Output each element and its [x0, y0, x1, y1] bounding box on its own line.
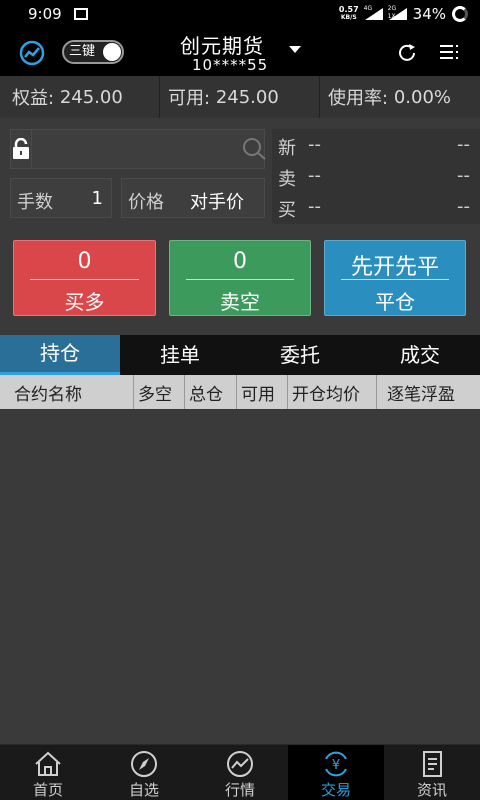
account-summary: 权益: 245.00 可用: 245.00 使用率: 0.00%	[0, 76, 480, 118]
sell-label: 卖空	[220, 290, 260, 314]
quote-row-last[interactable]: 新 -- --	[278, 131, 474, 161]
menu-icon[interactable]	[438, 42, 460, 62]
col-contract[interactable]: 合约名称	[0, 375, 134, 409]
status-bar: 9:09 0.57 KB/S 4G 2G 1X 34%	[0, 0, 480, 28]
bottom-nav: 首页 自选 行情 ¥ 交易 资讯	[0, 744, 480, 800]
nav-watchlist[interactable]: 自选	[96, 745, 192, 800]
sell-short-button[interactable]: 0 卖空	[169, 240, 311, 316]
close-mode: 先开先平	[350, 255, 439, 280]
unlock-icon	[13, 138, 29, 159]
image-notification-icon	[73, 8, 88, 20]
tab-positions[interactable]: 持仓	[0, 335, 120, 375]
chevron-down-icon[interactable]	[289, 46, 301, 53]
lock-toggle[interactable]	[11, 130, 32, 168]
nav-trade[interactable]: ¥ 交易	[288, 745, 384, 800]
col-total[interactable]: 总仓	[185, 375, 237, 409]
positions-table-header: 合约名称 多空 总仓 可用 开仓均价 逐笔浮盈	[0, 375, 480, 409]
chart-line-icon	[227, 751, 253, 777]
position-tabs: 持仓 挂单 委托 成交	[0, 335, 480, 375]
title-bar: 三键 创元期货 10****55	[0, 28, 480, 76]
status-time: 9:09	[28, 5, 62, 23]
col-direction[interactable]: 多空	[134, 375, 185, 409]
price-field[interactable]: 价格 对手价	[121, 178, 265, 218]
contract-search	[10, 129, 268, 169]
nav-home[interactable]: 首页	[0, 745, 96, 800]
quantity-value[interactable]: 1	[92, 188, 103, 209]
quote-panel: 新 -- -- 卖 -- -- 买 -- --	[272, 129, 480, 224]
buy-long-button[interactable]: 0 买多	[13, 240, 156, 316]
signal-4g-icon: 4G	[364, 5, 383, 20]
sell-divider	[186, 279, 294, 280]
available-cell: 可用: 245.00	[160, 76, 320, 118]
search-button[interactable]	[240, 130, 268, 168]
nav-market[interactable]: 行情	[192, 745, 288, 800]
search-icon	[243, 138, 266, 160]
tab-trades[interactable]: 成交	[360, 335, 480, 375]
price-value[interactable]: 对手价	[190, 188, 244, 214]
svg-text:¥: ¥	[332, 758, 340, 773]
signal-2g-icon: 2G 1X	[388, 5, 407, 20]
compass-icon	[131, 751, 157, 777]
quantity-field[interactable]: 手数 1	[10, 178, 112, 218]
col-float-pnl[interactable]: 逐笔浮盈	[377, 375, 480, 409]
nav-news[interactable]: 资讯	[384, 745, 480, 800]
account-number: 10****55	[192, 56, 269, 74]
buy-price: 0	[77, 249, 92, 274]
yuan-exchange-icon: ¥	[325, 751, 347, 777]
home-icon	[35, 751, 61, 776]
quote-row-bid[interactable]: 买 -- --	[278, 193, 474, 223]
tab-orders[interactable]: 委托	[240, 335, 360, 375]
close-label: 平仓	[375, 290, 415, 314]
sell-price: 0	[233, 249, 247, 274]
positions-table-body	[0, 409, 480, 744]
quantity-label: 手数	[17, 192, 53, 213]
usage-cell: 使用率: 0.00%	[328, 86, 451, 110]
toggle-knob	[103, 43, 121, 61]
net-speed: 0.57 KB/S	[338, 5, 359, 22]
quote-row-ask[interactable]: 卖 -- --	[278, 162, 474, 192]
contract-input[interactable]	[32, 130, 240, 168]
battery-percent: 34%	[412, 5, 446, 23]
three-key-toggle[interactable]: 三键	[62, 40, 124, 64]
equity-cell: 权益: 245.00	[0, 76, 160, 118]
col-avg-price[interactable]: 开仓均价	[288, 375, 377, 409]
status-indicators: 0.57 KB/S 4G 2G 1X 34%	[339, 5, 468, 23]
battery-icon	[452, 6, 468, 22]
buy-label: 买多	[64, 290, 105, 314]
price-label: 价格	[128, 192, 164, 213]
broker-title[interactable]: 创元期货	[180, 30, 264, 59]
refresh-icon[interactable]	[396, 42, 418, 64]
chart-trend-icon[interactable]	[18, 40, 46, 66]
close-divider	[341, 279, 449, 280]
buy-divider	[30, 279, 139, 280]
col-available[interactable]: 可用	[237, 375, 288, 409]
document-icon	[423, 751, 442, 777]
tab-pending[interactable]: 挂单	[120, 335, 240, 375]
close-position-button[interactable]: 先开先平 平仓	[324, 240, 466, 316]
